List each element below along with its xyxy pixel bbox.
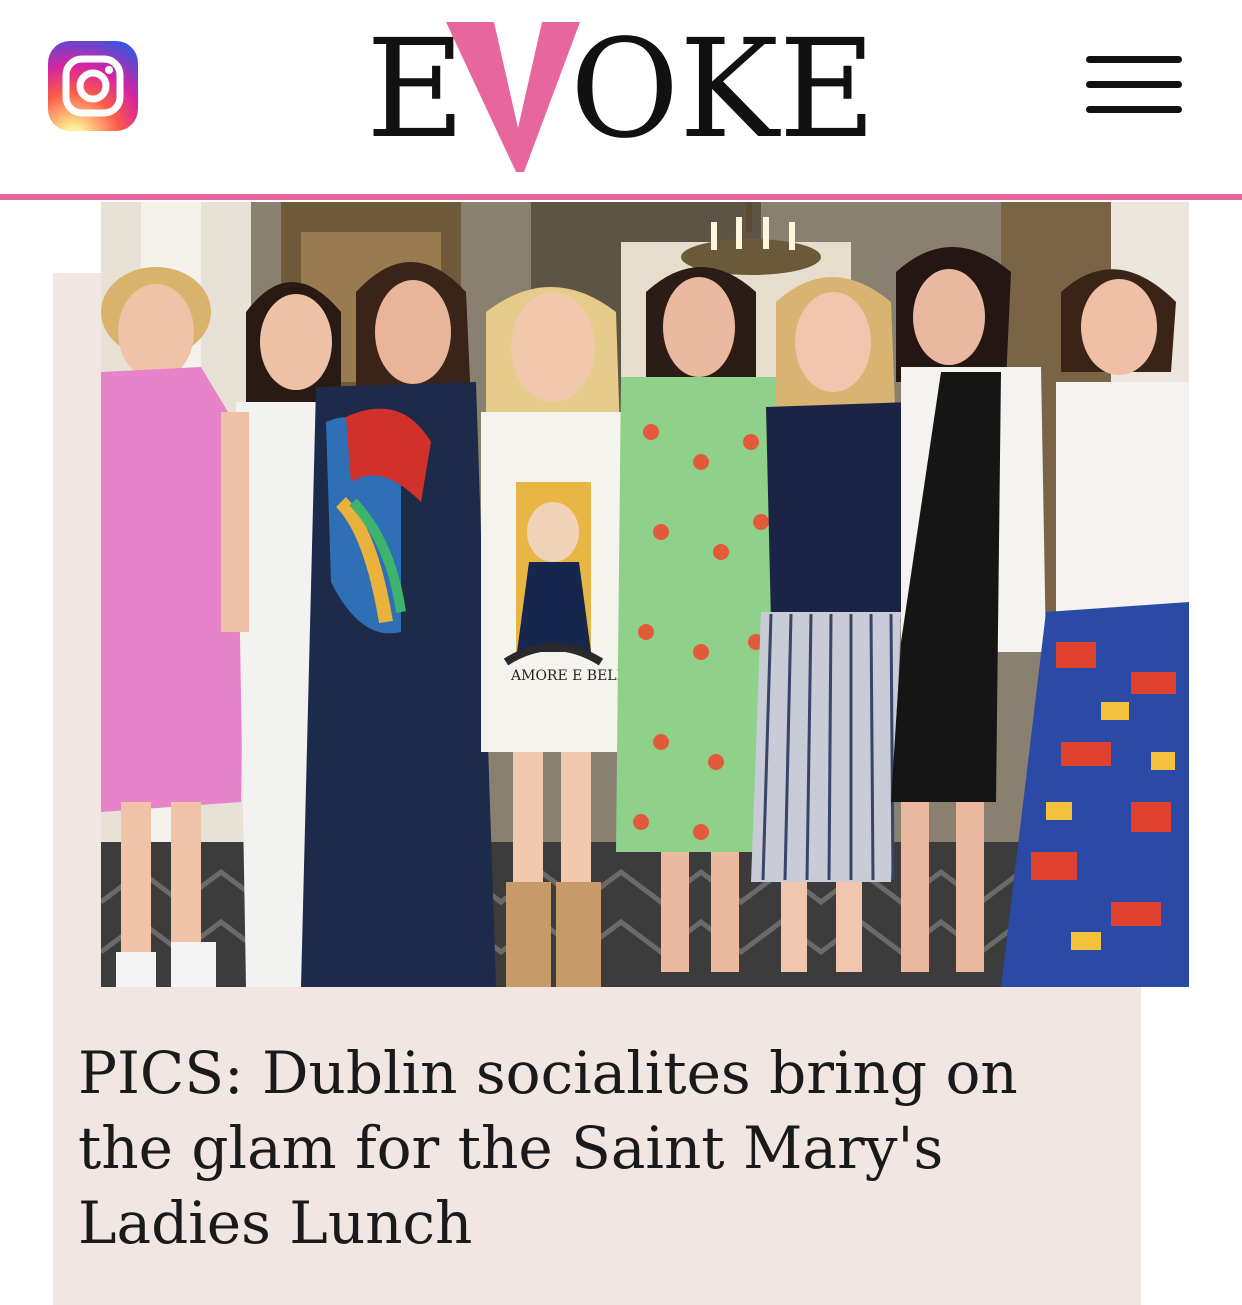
menu-bar-line: [1086, 106, 1182, 113]
menu-bar-line: [1086, 56, 1182, 63]
evoke-logo-mark: E OKE: [366, 11, 876, 172]
group-photo: AMORE E BELLEZZA: [101, 202, 1189, 987]
article-headline[interactable]: PICS: Dublin socialites bring on the gla…: [78, 1036, 1108, 1261]
header-divider: [0, 194, 1242, 200]
instagram-button[interactable]: [48, 41, 138, 131]
svg-text:OKE: OKE: [570, 11, 876, 169]
svg-text:E: E: [366, 11, 465, 169]
site-header: E OKE: [0, 0, 1242, 194]
menu-bar-line: [1086, 81, 1182, 88]
evoke-logo[interactable]: E OKE: [366, 0, 878, 180]
article-photo[interactable]: AMORE E BELLEZZA: [101, 202, 1189, 987]
instagram-icon: [62, 55, 124, 117]
hamburger-menu-button[interactable]: [1084, 56, 1184, 118]
